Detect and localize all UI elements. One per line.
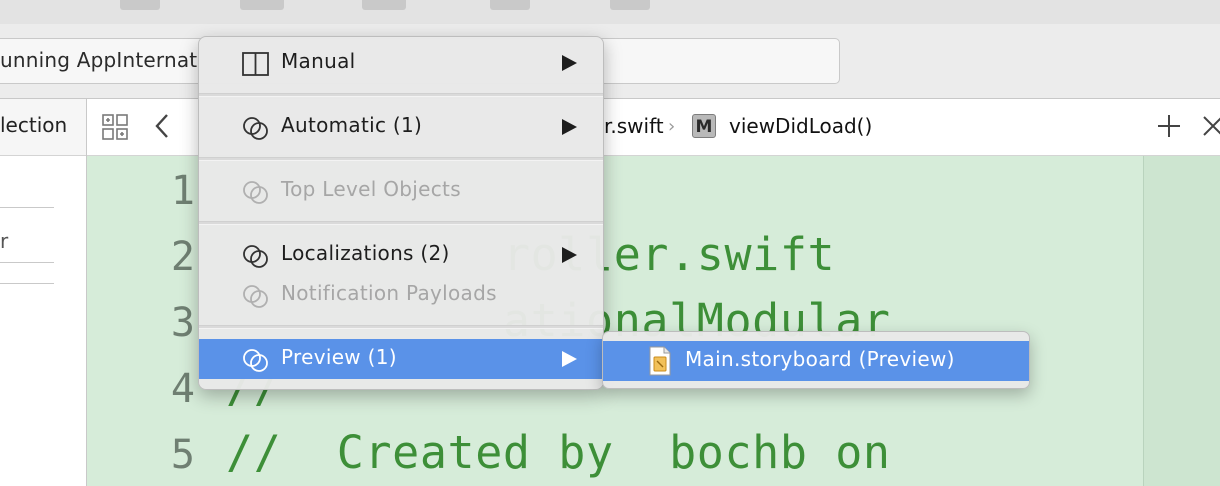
- linked-circles-icon: [243, 117, 268, 140]
- menu-item-label: Manual: [281, 49, 356, 73]
- menu-item-label: Top Level Objects: [281, 177, 461, 201]
- submenu-item-label: Main.storyboard (Preview): [685, 347, 955, 371]
- line-number: 4: [170, 366, 195, 412]
- navigator-divider: [0, 262, 54, 263]
- submenu-arrow-icon: [562, 119, 577, 135]
- menu-separator: [199, 93, 603, 97]
- menu-item-label: Notification Payloads: [281, 281, 497, 305]
- menu-item-label: Preview (1): [281, 345, 397, 369]
- linked-circles-icon: [243, 245, 268, 268]
- toolbar-button-partial[interactable]: [490, 0, 530, 10]
- window-toolbar: [0, 0, 1220, 25]
- line-number: 1: [170, 168, 195, 214]
- menu-item-manual[interactable]: Manual: [199, 43, 603, 83]
- split-view-icon: [242, 52, 269, 76]
- code-line[interactable]: // Created by bochb on: [226, 426, 891, 479]
- menu-item-label: Localizations (2): [281, 241, 450, 265]
- toolbar-button-partial[interactable]: [610, 0, 650, 10]
- line-number: 5: [170, 432, 195, 478]
- menu-separator: [199, 325, 603, 329]
- line-number: 2: [170, 234, 195, 280]
- menu-separator: [199, 157, 603, 161]
- navigator-header-label: lection: [0, 113, 68, 137]
- breadcrumb-separator: ›: [668, 116, 676, 137]
- navigator-divider: [0, 207, 54, 208]
- preview-submenu: Main.storyboard (Preview): [602, 331, 1030, 389]
- submenu-arrow-icon: [562, 247, 577, 263]
- add-editor-icon[interactable]: [1155, 112, 1183, 140]
- activity-status-text: unning AppInternat: [0, 48, 198, 72]
- editor-minimap[interactable]: [1143, 156, 1220, 486]
- back-chevron-icon[interactable]: [150, 111, 176, 141]
- navigator-filter-field[interactable]: r: [0, 229, 8, 253]
- breadcrumb-method[interactable]: viewDidLoad(): [729, 114, 872, 138]
- menu-item-top-level-objects: Top Level Objects: [199, 171, 603, 211]
- navigator-divider: [0, 283, 54, 284]
- related-items-menu: Manual Automatic (1) Top Level Objects L…: [198, 36, 604, 390]
- submenu-item-main-storyboard-preview[interactable]: Main.storyboard (Preview): [603, 341, 1029, 381]
- toolbar-button-partial[interactable]: [362, 0, 406, 10]
- navigator-pane: [0, 99, 87, 486]
- storyboard-file-icon: [649, 346, 671, 376]
- menu-item-preview[interactable]: Preview (1): [199, 339, 603, 379]
- menu-separator: [199, 221, 603, 225]
- toolbar-button-partial[interactable]: [120, 0, 160, 10]
- linked-circles-icon: [243, 285, 268, 308]
- submenu-arrow-icon: [562, 351, 577, 367]
- breadcrumb-file[interactable]: r.swift: [604, 114, 664, 138]
- line-number: 3: [170, 300, 195, 346]
- menu-item-label: Automatic (1): [281, 113, 423, 137]
- linked-circles-icon: [243, 349, 268, 372]
- submenu-arrow-icon: [562, 55, 577, 71]
- menu-item-notification-payloads: Notification Payloads: [199, 275, 603, 315]
- method-symbol-icon: M: [692, 114, 716, 138]
- close-editor-icon[interactable]: [1200, 113, 1220, 139]
- related-items-icon[interactable]: [100, 112, 130, 142]
- toolbar-button-partial[interactable]: [240, 0, 284, 10]
- linked-circles-icon: [243, 181, 268, 204]
- menu-item-localizations[interactable]: Localizations (2): [199, 235, 603, 275]
- menu-item-automatic[interactable]: Automatic (1): [199, 107, 603, 147]
